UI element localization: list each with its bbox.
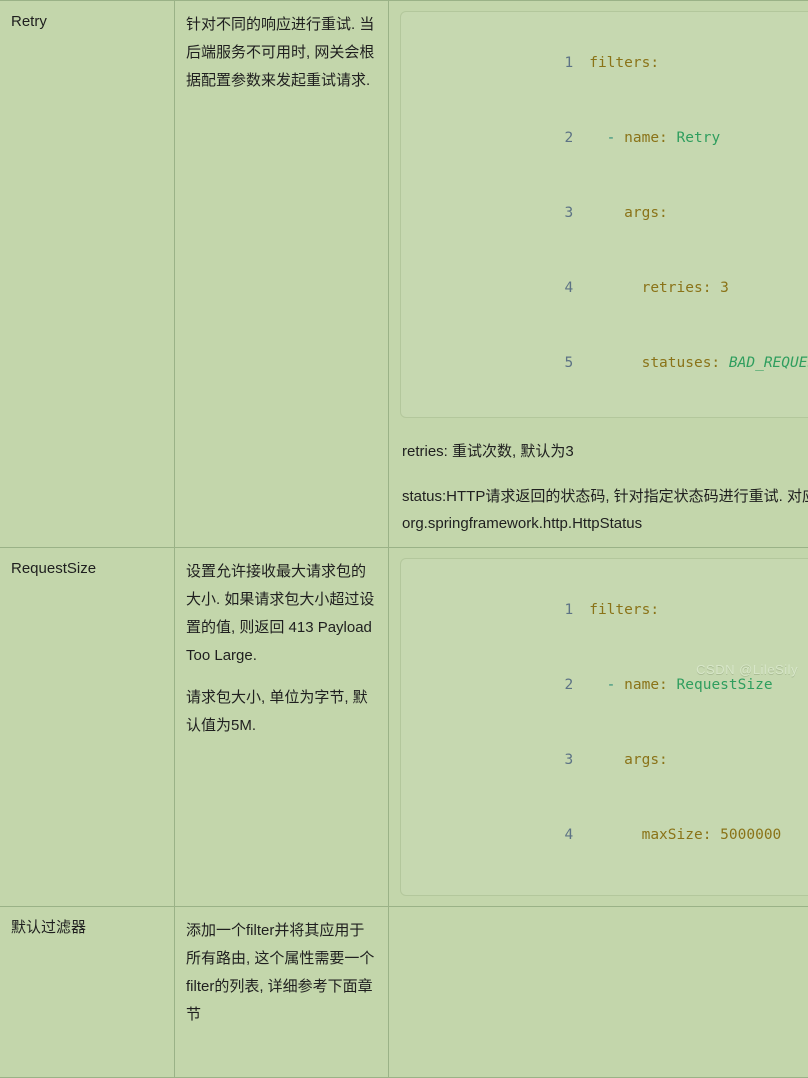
filter-spec-table: Retry 针对不同的响应进行重试. 当后端服务不可用时, 网关会根据配置参数来… [0, 0, 808, 1078]
row-name-cell: RequestSize [0, 548, 175, 907]
row-code-cell: 1filters: 2 - name: RequestSize 3 args: … [389, 548, 808, 907]
row-name-cell: 默认过滤器 [0, 907, 175, 1078]
code-token: RequestSize [677, 677, 773, 693]
row-code-cell [389, 907, 808, 1078]
line-number: 1 [539, 51, 573, 76]
code-token: filters: [589, 55, 659, 71]
code-note: status:HTTP请求返回的状态码, 针对指定状态码进行重试. 对应 org… [402, 483, 808, 537]
line-number: 4 [539, 823, 573, 848]
description-paragraph: 请求包大小, 单位为字节, 默认值为5M. [186, 684, 376, 740]
table-row: RequestSize 设置允许接收最大请求包的大小. 如果请求包大小超过设置的… [0, 548, 808, 907]
description-paragraph: 添加一个filter并将其应用于所有路由, 这个属性需要一个filter的列表,… [186, 917, 376, 1029]
filter-name: RequestSize [11, 558, 162, 581]
description-paragraph: 设置允许接收最大请求包的大小. 如果请求包大小超过设置的值, 则返回 413 P… [186, 558, 376, 670]
code-token: filters: [589, 602, 659, 618]
page-root: Retry 针对不同的响应进行重试. 当后端服务不可用时, 网关会根据配置参数来… [0, 0, 808, 686]
row-description-cell: 添加一个filter并将其应用于所有路由, 这个属性需要一个filter的列表,… [175, 907, 389, 1078]
code-token: args: [589, 752, 668, 768]
code-token: name: [624, 130, 676, 146]
row-code-cell: 1 filters: 2 - name: Retry 3 args: 4 retr… [389, 1, 808, 548]
line-number: 2 [539, 126, 573, 151]
code-token: Retry [677, 130, 721, 146]
line-number: 3 [539, 748, 573, 773]
line-number: 1 [539, 598, 573, 623]
line-number: 4 [539, 276, 573, 301]
code-line: 3 args: [417, 723, 808, 798]
line-number: 3 [539, 201, 573, 226]
code-token: name: [624, 677, 676, 693]
code-line: 1 filters: [417, 26, 808, 101]
yaml-code-block: 1filters: 2 - name: RequestSize 3 args: … [400, 558, 808, 896]
yaml-code-block: 1 filters: 2 - name: Retry 3 args: 4 retr… [400, 11, 808, 418]
code-token: maxSize: 5000000 [589, 827, 781, 843]
description-paragraph: 针对不同的响应进行重试. 当后端服务不可用时, 网关会根据配置参数来发起重试请求… [186, 11, 376, 95]
code-line: 1 filters: [417, 573, 808, 648]
code-token: - [589, 130, 624, 146]
code-token: args: [589, 205, 668, 221]
line-number: 5 [539, 351, 573, 376]
table-row: Retry 针对不同的响应进行重试. 当后端服务不可用时, 网关会根据配置参数来… [0, 1, 808, 548]
code-line: 4 maxSize: 5000000 [417, 798, 808, 873]
code-token: - [589, 677, 624, 693]
code-note: retries: 重试次数, 默认为3 [402, 438, 808, 465]
code-line: 5 statuses: BAD_REQUEST [417, 326, 808, 401]
code-line: 4 retries: 3 [417, 251, 808, 326]
row-description-cell: 针对不同的响应进行重试. 当后端服务不可用时, 网关会根据配置参数来发起重试请求… [175, 1, 389, 548]
code-line: 3 args: [417, 176, 808, 251]
code-token: statuses: [589, 355, 729, 371]
row-description-cell: 设置允许接收最大请求包的大小. 如果请求包大小超过设置的值, 则返回 413 P… [175, 548, 389, 907]
filter-name: 默认过滤器 [11, 917, 162, 940]
code-line: 2 - name: Retry [417, 101, 808, 176]
row-name-cell: Retry [0, 1, 175, 548]
table-row: 默认过滤器 添加一个filter并将其应用于所有路由, 这个属性需要一个filt… [0, 907, 808, 1078]
code-token: retries: 3 [589, 280, 729, 296]
filter-name: Retry [11, 11, 162, 34]
code-token: BAD_REQUEST [729, 355, 808, 371]
